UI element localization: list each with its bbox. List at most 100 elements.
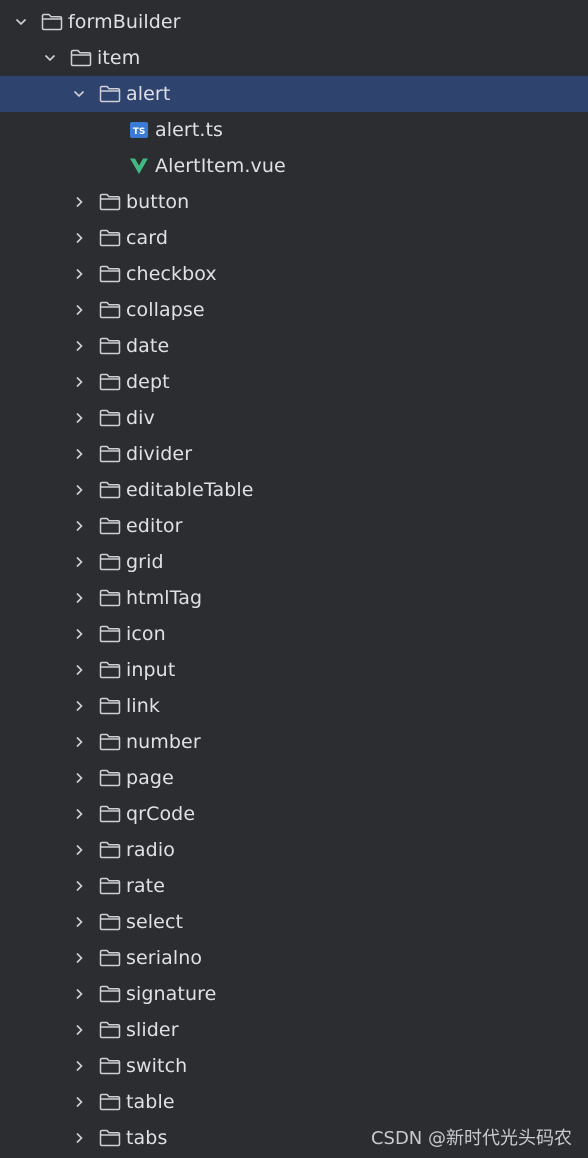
chevron-down-icon[interactable] (43, 51, 57, 65)
chevron-right-icon[interactable] (72, 1059, 86, 1073)
chevron-down-icon[interactable] (72, 87, 86, 101)
tree-label: button (126, 191, 190, 213)
folder-icon (99, 984, 121, 1004)
folder-icon (99, 300, 121, 320)
tree-label: number (126, 731, 201, 753)
chevron-right-icon[interactable] (72, 735, 86, 749)
tree-label: alert.ts (155, 119, 224, 141)
chevron-right-icon[interactable] (72, 1023, 86, 1037)
tree-label: signature (126, 983, 217, 1005)
folder-icon (99, 228, 121, 248)
tree-row-alert[interactable]: alert (0, 76, 588, 112)
tree-row-folder[interactable]: rate (0, 868, 588, 904)
chevron-right-icon[interactable] (72, 195, 86, 209)
tree-row-folder[interactable]: collapse (0, 292, 588, 328)
folder-icon (99, 1056, 121, 1076)
chevron-right-icon[interactable] (72, 555, 86, 569)
tree-row-folder[interactable]: date (0, 328, 588, 364)
tree-label: div (126, 407, 155, 429)
tree-label: slider (126, 1019, 179, 1041)
watermark: CSDN @新时代光头码农 (370, 1128, 572, 1149)
tree-label: switch (126, 1055, 188, 1077)
chevron-right-icon[interactable] (72, 663, 86, 677)
chevron-right-icon[interactable] (72, 807, 86, 821)
folder-icon (99, 588, 121, 608)
chevron-down-icon[interactable] (14, 15, 28, 29)
tree-row-folder[interactable]: htmlTag (0, 580, 588, 616)
tree-label: qrCode (126, 803, 196, 825)
tree-label: date (126, 335, 170, 357)
tree-row-folder[interactable]: dept (0, 364, 588, 400)
tree-row-folder[interactable]: serialno (0, 940, 588, 976)
chevron-right-icon[interactable] (72, 951, 86, 965)
folder-icon (99, 264, 121, 284)
tree-row-folder[interactable]: signature (0, 976, 588, 1012)
tree-row-alertitem-vue[interactable]: AlertItem.vue (0, 148, 588, 184)
tree-row-folder[interactable]: number (0, 724, 588, 760)
folder-icon (99, 480, 121, 500)
tree-row-folder[interactable]: divider (0, 436, 588, 472)
chevron-right-icon[interactable] (72, 483, 86, 497)
chevron-right-icon[interactable] (72, 267, 86, 281)
tree-row-folder[interactable]: input (0, 652, 588, 688)
tree-row-folder[interactable]: qrCode (0, 796, 588, 832)
tree-label: link (126, 695, 161, 717)
chevron-right-icon[interactable] (72, 231, 86, 245)
tree-row-folder[interactable]: link (0, 688, 588, 724)
chevron-right-icon[interactable] (72, 987, 86, 1001)
chevron-right-icon[interactable] (72, 843, 86, 857)
tree-label: page (126, 767, 174, 789)
folder-icon (70, 48, 92, 68)
folder-icon (99, 372, 121, 392)
tree-label: serialno (126, 947, 203, 969)
chevron-right-icon[interactable] (72, 1131, 86, 1145)
chevron-right-icon[interactable] (72, 519, 86, 533)
tree-row-alert-ts[interactable]: TS alert.ts (0, 112, 588, 148)
folder-icon (99, 1020, 121, 1040)
folder-icon (99, 804, 121, 824)
chevron-right-icon[interactable] (72, 375, 86, 389)
tree-row-folder[interactable]: page (0, 760, 588, 796)
tree-row-formbuilder[interactable]: formBuilder (0, 4, 588, 40)
chevron-right-icon[interactable] (72, 627, 86, 641)
folder-icon (99, 732, 121, 752)
chevron-right-icon[interactable] (72, 879, 86, 893)
folder-icon (99, 948, 121, 968)
tree-row-folder[interactable]: checkbox (0, 256, 588, 292)
folder-icon (99, 516, 121, 536)
tree-row-folder[interactable]: select (0, 904, 588, 940)
chevron-right-icon[interactable] (72, 771, 86, 785)
tree-row-folder[interactable]: card (0, 220, 588, 256)
tree-row-folder[interactable]: editableTable (0, 472, 588, 508)
folder-icon (99, 1128, 121, 1148)
chevron-right-icon[interactable] (72, 699, 86, 713)
tree-row-folder[interactable]: slider (0, 1012, 588, 1048)
tree-label: item (97, 47, 141, 69)
tree-row-folder[interactable]: grid (0, 544, 588, 580)
tree-label: input (126, 659, 176, 681)
tree-label: editableTable (126, 479, 254, 501)
tree-label: icon (126, 623, 166, 645)
chevron-right-icon[interactable] (72, 447, 86, 461)
chevron-right-icon[interactable] (72, 915, 86, 929)
tree-label: radio (126, 839, 175, 861)
tree-row-folder[interactable]: switch (0, 1048, 588, 1084)
tree-label: tabs (126, 1127, 168, 1149)
chevron-right-icon[interactable] (72, 303, 86, 317)
folder-icon (99, 768, 121, 788)
tree-row-folder[interactable]: icon (0, 616, 588, 652)
tree-row-folder[interactable]: button (0, 184, 588, 220)
chevron-right-icon[interactable] (72, 339, 86, 353)
folder-icon (99, 840, 121, 860)
tree-row-folder[interactable]: table (0, 1084, 588, 1120)
tree-label: table (126, 1091, 175, 1113)
tree-row-folder[interactable]: editor (0, 508, 588, 544)
chevron-right-icon[interactable] (72, 411, 86, 425)
vue-file-icon (128, 156, 150, 176)
chevron-right-icon[interactable] (72, 1095, 86, 1109)
chevron-right-icon[interactable] (72, 591, 86, 605)
tree-row-item[interactable]: item (0, 40, 588, 76)
tree-row-folder[interactable]: radio (0, 832, 588, 868)
tree-row-folder[interactable]: div (0, 400, 588, 436)
folder-icon (99, 660, 121, 680)
